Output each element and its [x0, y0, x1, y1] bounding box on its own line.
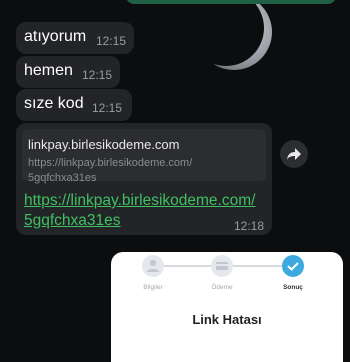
- payment-status-card: Bilgiler Ödeme Sonuç Link Hatası: [111, 252, 343, 362]
- step-circle-odeme: [211, 255, 233, 277]
- message-bubble[interactable]: atıyorum 12:15: [16, 22, 134, 54]
- step-connector: [162, 265, 213, 267]
- moon-image: [196, 0, 276, 72]
- message-time: 12:15: [82, 68, 113, 82]
- user-icon: [147, 260, 159, 272]
- link-line[interactable]: 5gqfchxa31es: [24, 211, 260, 231]
- card-title: Link Hatası: [192, 312, 262, 327]
- step-label: Sonuç: [283, 284, 303, 291]
- message-bubble[interactable]: hemen 12:15: [16, 56, 120, 88]
- link-preview[interactable]: linkpay.birlesikodeme.com https://linkpa…: [22, 129, 266, 184]
- card-icon: [216, 262, 228, 270]
- preview-title: linkpay.birlesikodeme.com: [28, 137, 180, 152]
- step-label: Bilgiler: [143, 284, 163, 291]
- step-label: Ödeme: [211, 284, 233, 291]
- preview-url-line: 5gqfchxa31es: [28, 172, 97, 184]
- message-time: 12:15: [92, 101, 123, 115]
- message-link[interactable]: https://linkpay.birlesikodeme.com/ 5gqfc…: [24, 191, 260, 231]
- message-text: atıyorum: [24, 28, 87, 45]
- message-time: 12:15: [96, 34, 127, 48]
- message-text: hemen: [24, 62, 73, 79]
- message-time: 12:18: [233, 219, 264, 233]
- forward-icon: [287, 148, 301, 160]
- step-circle-sonuc: [282, 255, 304, 277]
- step-circle-bilgiler: [142, 255, 164, 277]
- check-icon: [287, 262, 299, 271]
- preview-url: https://linkpay.birlesikodeme.com/ 5gqfc…: [28, 156, 248, 186]
- message-text: sıze kod: [24, 95, 84, 112]
- forward-button[interactable]: [280, 140, 308, 168]
- outgoing-message-bubble[interactable]: ✓✓: [126, 0, 336, 4]
- link-line[interactable]: https://linkpay.birlesikodeme.com/: [24, 191, 260, 211]
- preview-url-line: https://linkpay.birlesikodeme.com/: [28, 157, 193, 169]
- link-message-bubble[interactable]: linkpay.birlesikodeme.com https://linkpa…: [16, 123, 272, 235]
- message-bubble[interactable]: sıze kod 12:15: [16, 89, 132, 121]
